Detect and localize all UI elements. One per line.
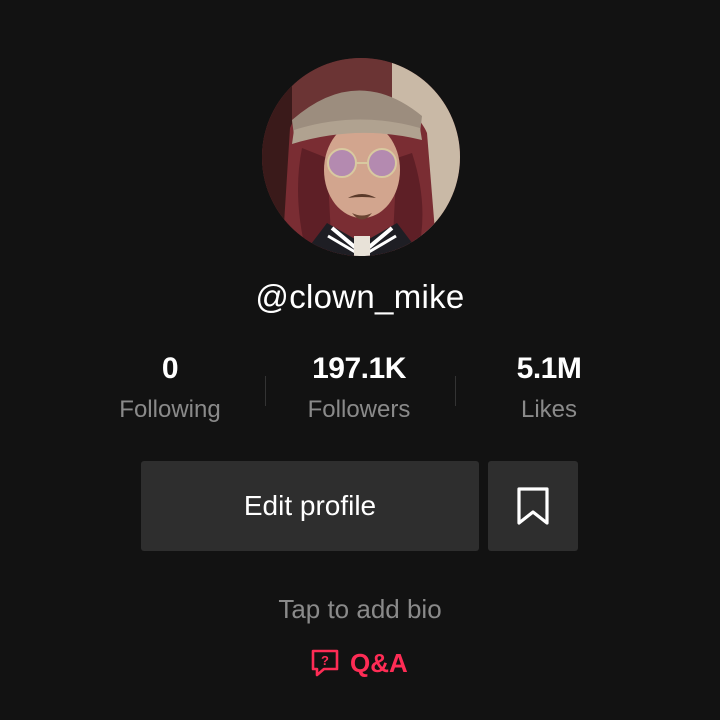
favorites-button[interactable] [488, 461, 578, 551]
stat-divider [265, 376, 266, 406]
question-chat-icon: ? [311, 649, 339, 677]
profile-screen: @clown_mike 0 Following 197.1K Followers… [0, 0, 720, 720]
likes-label: Likes [520, 396, 578, 423]
bookmark-icon [517, 487, 549, 525]
followers-count: 197.1K [312, 352, 406, 385]
avatar[interactable] [262, 58, 460, 256]
avatar-image [262, 58, 460, 256]
username: @clown_mike [255, 278, 465, 315]
stat-following[interactable]: 0 Following [80, 352, 260, 424]
qa-button[interactable]: ? Q&A [310, 646, 408, 680]
likes-count: 5.1M [516, 352, 582, 385]
edit-profile-button[interactable]: Edit profile [141, 461, 479, 551]
stat-followers[interactable]: 197.1K Followers [269, 352, 449, 424]
following-label: Following [119, 396, 221, 423]
stat-divider [455, 376, 456, 406]
following-count: 0 [161, 352, 179, 385]
edit-profile-label: Edit profile [243, 490, 377, 521]
followers-label: Followers [307, 396, 411, 423]
svg-text:?: ? [321, 653, 329, 668]
add-bio-link[interactable]: Tap to add bio [0, 594, 720, 625]
stat-likes[interactable]: 5.1M Likes [459, 352, 639, 424]
qa-label: Q&A [350, 647, 408, 678]
